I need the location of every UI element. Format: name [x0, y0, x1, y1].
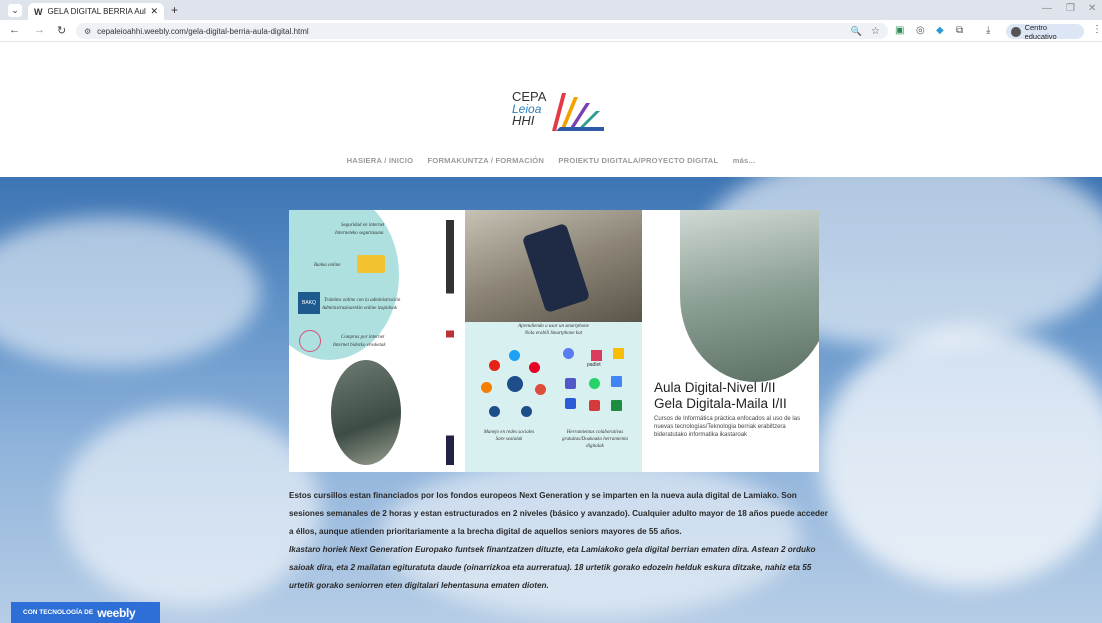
poster-text: Banka online: [314, 263, 341, 268]
url-text: cepaleioahhi.weebly.com/gela-digital-ber…: [97, 26, 309, 36]
poster-text: Compras por internet: [341, 335, 385, 340]
google-plus-icon: [535, 384, 546, 395]
linkedin-icon: [521, 406, 532, 417]
weebly-logo: weebly: [97, 605, 136, 620]
google-drive-icon: [613, 348, 624, 359]
padlet-logo-icon: [591, 350, 602, 361]
poster-text: Trámites online con la administración: [324, 298, 401, 303]
facebook-icon: [489, 406, 500, 417]
avatar: [1011, 26, 1021, 37]
canva-icon: [563, 348, 574, 359]
weebly-favicon-icon: W: [34, 6, 43, 17]
restore-icon[interactable]: ❐: [1066, 3, 1075, 14]
hero-banner: Seguridad en internet Interneteko segurt…: [0, 177, 1102, 623]
cloud: [60, 407, 320, 607]
bookmark-star-icon[interactable]: ☆: [871, 26, 880, 37]
google-docs-icon: [611, 376, 622, 387]
poster-text: Aprendiendo a usar un smartphone: [518, 324, 589, 329]
course-description: Estos cursillos estan financiados por lo…: [289, 487, 829, 595]
tab-search-icon[interactable]: ⌄: [8, 4, 22, 17]
card-icon: [357, 255, 385, 273]
padlet-label: padlet: [587, 362, 601, 368]
logo-stripes-icon: [552, 93, 604, 131]
poster-text: Seguridad en internet: [341, 223, 385, 228]
dropbox-icon: [565, 398, 576, 409]
main-nav: HASIERA / INICIO FORMAKUNTZA / FORMACIÓN…: [0, 156, 1102, 165]
extension-diamond-icon[interactable]: ◆: [936, 25, 944, 36]
poster-text: Herramientas colaborativas: [566, 430, 624, 435]
classroom-photo: [680, 210, 819, 382]
twitter-icon: [509, 350, 520, 361]
bak-logo: BAKQ: [298, 292, 320, 314]
sponsor-strip: [446, 220, 454, 465]
poster-text: Internet bidezko erosketak: [333, 343, 386, 348]
shopping-bag-icon: [299, 330, 321, 352]
weebly-badge[interactable]: CON TECNOLOGÍA DE weebly: [11, 602, 160, 623]
tab-title: GELA DIGITAL BERRIA Aula Dig: [47, 7, 147, 16]
minimize-icon[interactable]: —: [1042, 3, 1052, 14]
classroom-icon: [611, 400, 622, 411]
description-eu: Ikastaro horiek Next Generation Europako…: [289, 545, 816, 590]
poster-subtitle: Cursos de Informática práctica enfocados…: [654, 416, 801, 438]
forward-icon[interactable]: →: [34, 24, 45, 36]
close-window-icon[interactable]: ✕: [1088, 3, 1096, 14]
site-logo[interactable]: CEPA Leioa HHI: [512, 90, 604, 137]
extensions-puzzle-icon[interactable]: ⧉: [956, 25, 963, 36]
nav-item-mas[interactable]: más...: [733, 156, 756, 165]
reload-icon[interactable]: ↻: [57, 24, 66, 37]
cloud: [820, 327, 1102, 587]
nav-item-formacion[interactable]: FORMAKUNTZA / FORMACIÓN: [428, 156, 545, 165]
tab-bar: ⌄ W GELA DIGITAL BERRIA Aula Dig ✕ + — ❐…: [0, 0, 1102, 20]
download-icon[interactable]: ⤓: [986, 25, 990, 36]
menu-kebab-icon[interactable]: ⋮: [1092, 24, 1102, 35]
profile-button[interactable]: Centro educativo: [1006, 22, 1084, 41]
pdf-icon: [589, 400, 600, 411]
poster-middle-panel: Aprendiendo a usar un smartphone Nola er…: [465, 210, 642, 472]
logo-line-3: HHI: [512, 113, 535, 128]
poster-text: Nola erabili Smartphone bat: [524, 331, 583, 336]
zoom-icon[interactable]: 🔍: [851, 26, 862, 37]
camera-extension-icon[interactable]: ◎: [916, 25, 925, 36]
new-tab-icon[interactable]: +: [171, 3, 178, 17]
phone-icon: [507, 376, 523, 392]
course-poster: Seguridad en internet Interneteko segurt…: [289, 210, 819, 472]
youtube-icon: [489, 360, 500, 371]
active-tab[interactable]: W GELA DIGITAL BERRIA Aula Dig ✕: [28, 3, 164, 20]
address-bar[interactable]: ⚙ cepaleioahhi.weebly.com/gela-digital-b…: [76, 23, 888, 39]
description-es: Estos cursillos estan financiados por lo…: [289, 491, 828, 536]
site-info-icon[interactable]: ⚙: [84, 27, 91, 36]
poster-title-es: Aula Digital-Nivel I/II: [654, 380, 776, 395]
nav-item-inicio[interactable]: HASIERA / INICIO: [347, 156, 414, 165]
extension-icon[interactable]: ▣: [895, 25, 904, 36]
poster-left-panel: Seguridad en internet Interneteko segurt…: [289, 210, 465, 472]
poster-text: Interneteko segurtasuna: [335, 231, 384, 236]
site-header: CEPA Leioa HHI HASIERA / INICIO FORMAKUN…: [0, 43, 1102, 177]
website: CEPA Leioa HHI HASIERA / INICIO FORMAKUN…: [0, 43, 1102, 623]
poster-text: digitalak: [586, 444, 604, 449]
nav-item-proyecto-digital[interactable]: PROIEKTU DIGITALA/PROYECTO DIGITAL: [558, 156, 718, 165]
close-tab-icon[interactable]: ✕: [150, 6, 158, 17]
poster-text: Manejo en redes sociales: [483, 430, 535, 435]
poster-text: gratuitas/Doakoako herramienta: [562, 437, 628, 442]
poster-text: Administrazioarekin online izapidoak: [322, 306, 398, 311]
back-icon[interactable]: ←: [9, 24, 20, 36]
rss-icon: [481, 382, 492, 393]
classroom-photo: [331, 360, 401, 465]
poster-text: Sare sozialak: [495, 437, 523, 442]
poster-right-panel: Aula Digital-Nivel I/II Gela Digitala-Ma…: [642, 210, 819, 472]
profile-label: Centro educativo: [1024, 22, 1057, 41]
badge-prefix: CON TECNOLOGÍA DE: [23, 609, 94, 616]
pinterest-icon: [529, 362, 540, 373]
teams-icon: [565, 378, 576, 389]
poster-title-eu: Gela Digitala-Maila I/II: [654, 396, 787, 411]
whatsapp-icon: [589, 378, 600, 389]
cloud: [0, 217, 260, 367]
